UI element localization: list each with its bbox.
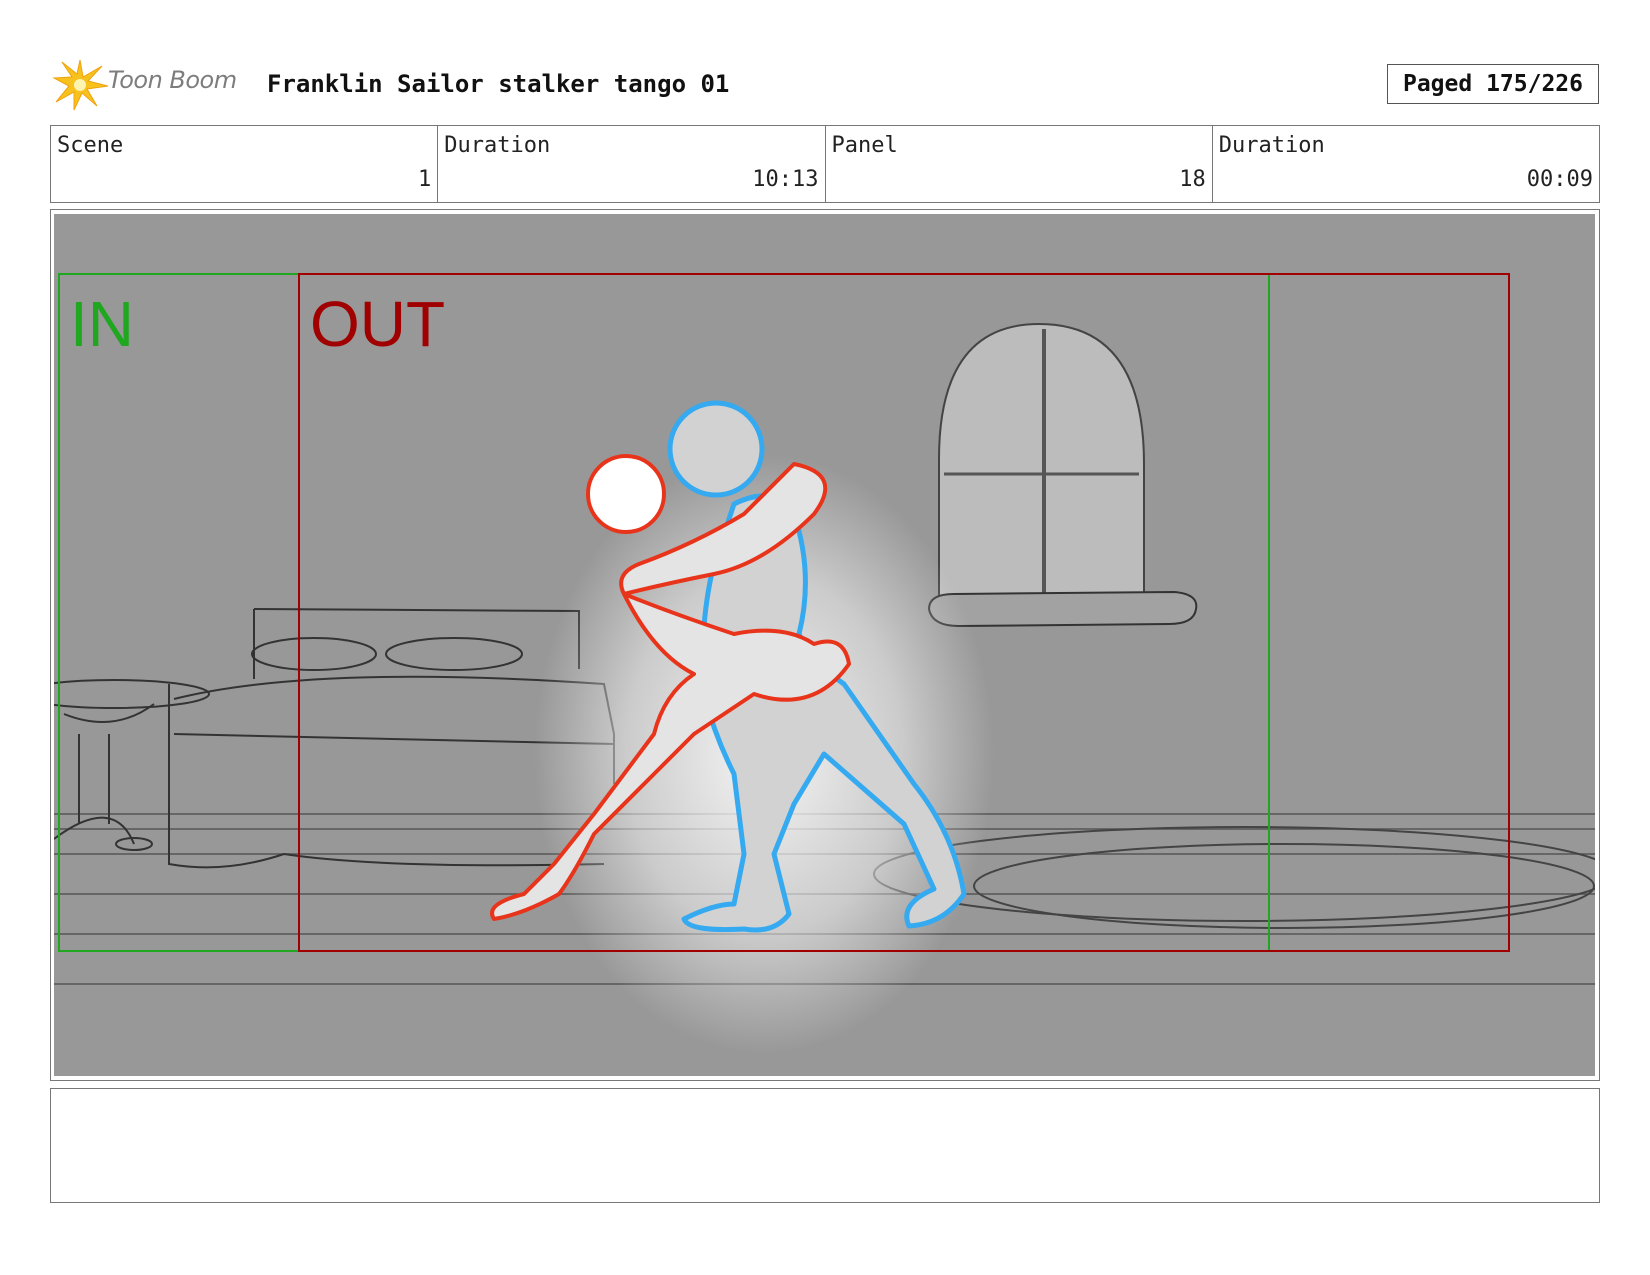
scene-duration-label: Duration (444, 133, 551, 158)
panel-duration-value: 00:09 (1526, 167, 1593, 192)
info-table: Scene 1 Duration 10:13 Panel 18 Duration… (50, 125, 1600, 203)
scene-cell: Scene 1 (51, 126, 437, 202)
panel-duration-label: Duration (1218, 133, 1325, 158)
page-title: Franklin Sailor stalker tango 01 (267, 70, 730, 98)
panel-label: Panel (831, 133, 898, 158)
storyboard-drawing: IN OUT (54, 214, 1595, 1076)
panel-duration-cell: Duration 00:09 (1211, 126, 1599, 202)
scene-value: 1 (418, 167, 432, 192)
toon-boom-logo: Toon Boom (52, 56, 252, 112)
scene-label: Scene (57, 133, 124, 158)
starburst-icon (52, 59, 109, 111)
in-label: IN (70, 288, 134, 360)
panel-cell: Panel 18 (824, 126, 1212, 202)
scene-duration-value: 10:13 (752, 167, 819, 192)
logo-text: Toon Boom (108, 66, 237, 94)
notes-area[interactable] (50, 1088, 1600, 1203)
scene-duration-cell: Duration 10:13 (437, 126, 824, 202)
out-label: OUT (310, 288, 445, 360)
panel-value: 18 (1179, 167, 1206, 192)
page-counter: Paged 175/226 (1387, 64, 1599, 104)
